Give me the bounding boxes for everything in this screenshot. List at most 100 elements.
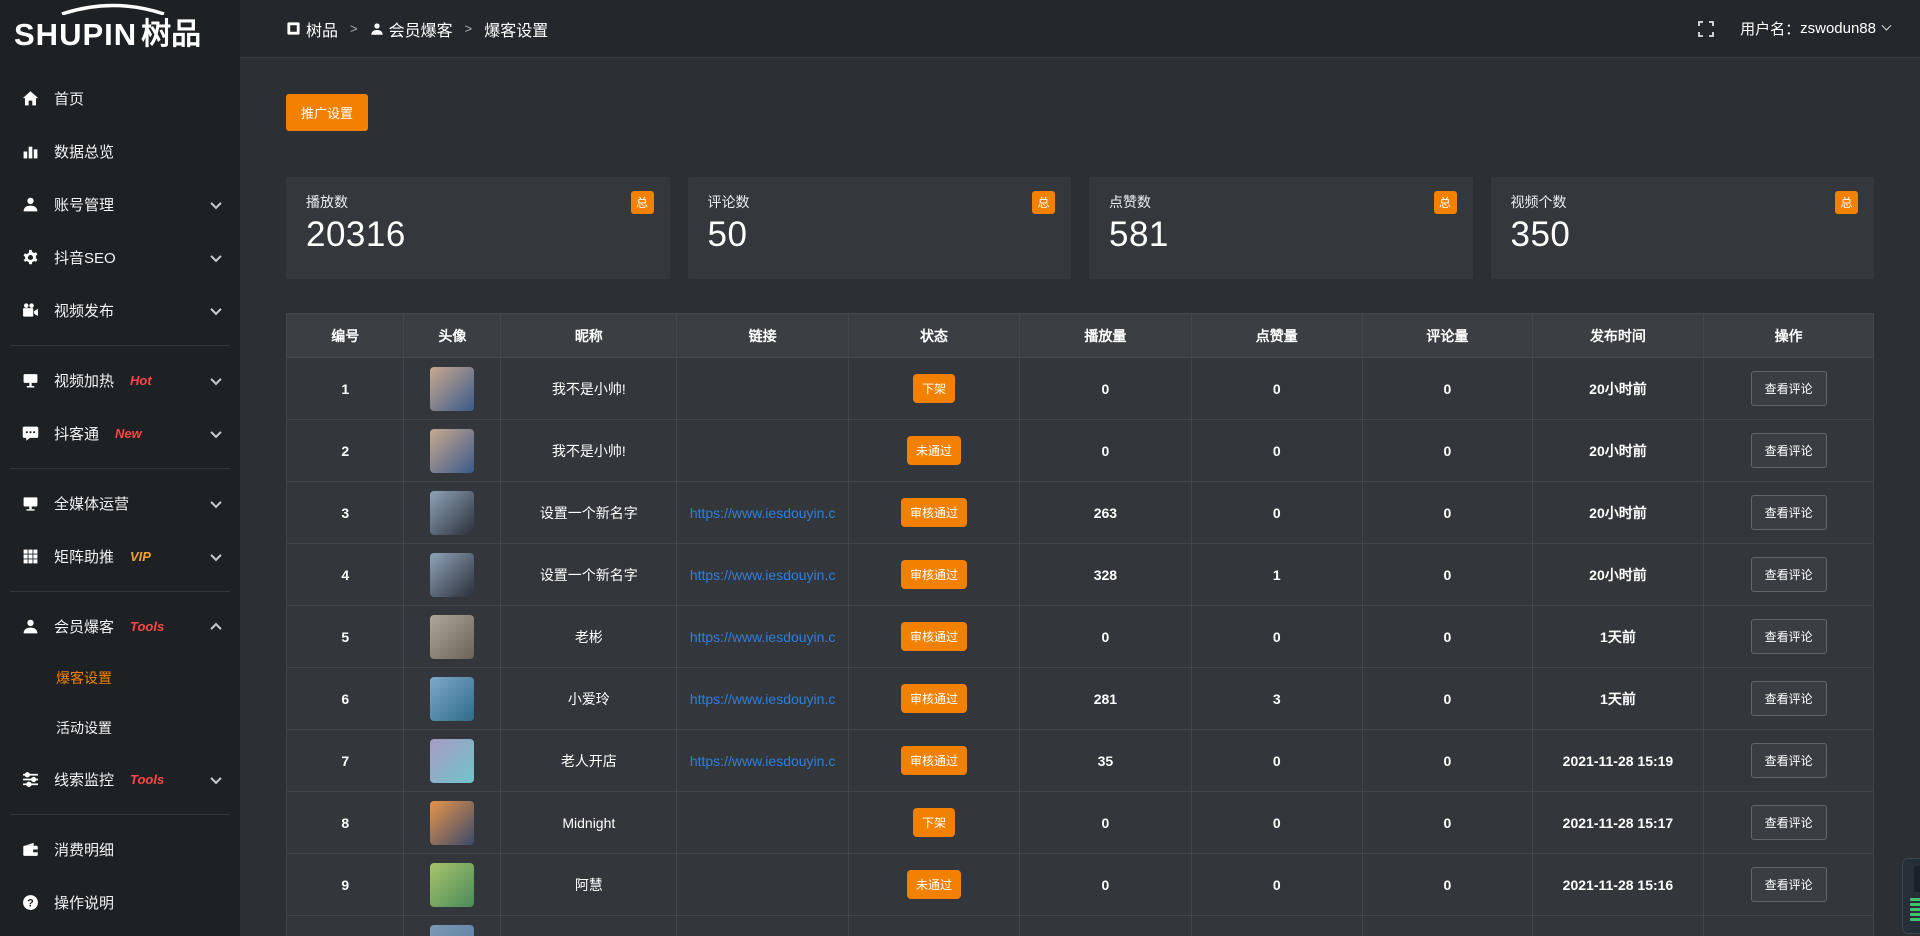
view-comments-button[interactable]: 查看评论 [1751, 371, 1827, 406]
cell-avatar [404, 854, 501, 916]
cell-plays: 281 [1020, 668, 1191, 730]
cell-plays: 263 [1020, 482, 1191, 544]
cell-avatar [404, 916, 501, 936]
chevron-down-icon [210, 303, 221, 314]
sidebar-item-badge: VIP [130, 549, 151, 564]
sidebar-item-label: 矩阵助推 [54, 546, 114, 567]
chevron-down-icon [210, 197, 221, 208]
username: zswodun88 [1800, 20, 1876, 37]
view-comments-button[interactable]: 查看评论 [1751, 743, 1827, 778]
sidebar-item-operation-guide[interactable]: ?操作说明 [0, 876, 240, 929]
view-comments-button[interactable]: 查看评论 [1751, 867, 1827, 902]
video-link[interactable]: https://www.iesdouyin.c [690, 691, 836, 707]
cell-action: 查看评论 [1704, 792, 1874, 854]
status-badge: 未通过 [907, 436, 961, 465]
cell-publish-time: 20小时前 [1532, 482, 1703, 544]
cell-comments: 0 [1362, 854, 1532, 916]
table-header-cell: 评论量 [1362, 314, 1532, 358]
cell-nickname: 老彬 [501, 606, 677, 668]
view-comments-button[interactable]: 查看评论 [1751, 495, 1827, 530]
view-comments-button[interactable]: 查看评论 [1751, 619, 1827, 654]
table-row: 7老人开店https://www.iesdouyin.c审核通过35002021… [287, 730, 1874, 792]
sidebar-subitem-baoke-setting[interactable]: 爆客设置 [0, 653, 240, 703]
cell-action: 查看评论 [1704, 668, 1874, 730]
sidebar-item-douketong[interactable]: 抖客通 New [0, 407, 240, 460]
stat-card-value: 50 [708, 215, 1052, 255]
video-link[interactable]: https://www.iesdouyin.c [690, 629, 836, 645]
cell-link [677, 358, 848, 420]
cell-nickname: 我不是小帅! [501, 358, 677, 420]
cell-link [677, 420, 848, 482]
cell-number: 2 [287, 420, 404, 482]
table-header-cell: 状态 [848, 314, 1019, 358]
user-menu[interactable]: 用户名： zswodun88 [1740, 18, 1890, 39]
cell-avatar [404, 420, 501, 482]
fullscreen-icon[interactable] [1698, 21, 1714, 37]
chevron-down-icon [210, 772, 221, 783]
home-icon [22, 90, 39, 107]
chevron-down-icon [210, 426, 221, 437]
view-comments-button[interactable]: 查看评论 [1751, 681, 1827, 716]
sidebar-item-data-overview[interactable]: 数据总览 [0, 125, 240, 178]
page-content: 推广设置 播放数20316总评论数50总点赞数581总视频个数350总 编号头像… [240, 58, 1920, 936]
video-link[interactable]: https://www.iesdouyin.c [690, 567, 836, 583]
sidebar-item-home[interactable]: 首页 [0, 72, 240, 125]
breadcrumb-item-shupin[interactable]: 树品 [286, 17, 338, 41]
cell-plays: 0 [1020, 420, 1191, 482]
status-badge: 审核通过 [901, 498, 967, 527]
cell-action: 查看评论 [1704, 730, 1874, 792]
sidebar-item-clue-monitor[interactable]: 线索监控Tools [0, 753, 240, 806]
cell-avatar [404, 792, 501, 854]
cell-publish-time: 1天前 [1532, 606, 1703, 668]
cell-publish-time: 2021-11-28 15:17 [1532, 792, 1703, 854]
sidebar-item-video-heat[interactable]: 视频加热Hot [0, 354, 240, 407]
cell-comments: 0 [1362, 544, 1532, 606]
avatar [430, 615, 474, 659]
chevron-up-icon [210, 622, 221, 633]
avatar [430, 553, 474, 597]
stat-card-label: 点赞数 [1109, 192, 1453, 212]
sidebar-item-badge: New [115, 426, 142, 441]
breadcrumb-item-member[interactable]: 会员爆客 [370, 17, 453, 41]
cell-action: 查看评论 [1704, 544, 1874, 606]
service-widget[interactable] [1902, 858, 1920, 934]
sidebar-item-media-operation[interactable]: 全媒体运营 [0, 477, 240, 530]
stat-card: 播放数20316总 [286, 177, 670, 279]
sidebar-item-matrix-boost[interactable]: 矩阵助推 VIP [0, 530, 240, 583]
sidebar-item-label: 抖客通 [54, 423, 99, 444]
breadcrumb-separator: > [465, 21, 473, 36]
cell-status: 审核通过 [848, 606, 1019, 668]
sidebar-item-douyin-seo[interactable]: 抖音SEO [0, 231, 240, 284]
cell-number: 6 [287, 668, 404, 730]
table-row: 4设置一个新名字https://www.iesdouyin.c审核通过32810… [287, 544, 1874, 606]
sidebar-item-label: 操作说明 [54, 892, 114, 913]
topbar-right: 用户名： zswodun88 [1698, 18, 1890, 39]
view-comments-button[interactable]: 查看评论 [1751, 805, 1827, 840]
table-row: 9阿慧未通过0002021-11-28 15:16查看评论 [287, 854, 1874, 916]
sidebar-divider [10, 814, 230, 815]
cell-status: 未通过 [848, 854, 1019, 916]
stat-card-value: 581 [1109, 215, 1453, 255]
table-header-cell: 发布时间 [1532, 314, 1703, 358]
sidebar-item-video-publish[interactable]: 视频发布 [0, 284, 240, 337]
total-badge: 总 [631, 191, 654, 214]
sidebar-item-account-manage[interactable]: 账号管理 [0, 178, 240, 231]
video-link[interactable]: https://www.iesdouyin.c [690, 753, 836, 769]
view-comments-button[interactable]: 查看评论 [1751, 433, 1827, 468]
table-header-cell: 编号 [287, 314, 404, 358]
cell-publish-time: 20小时前 [1532, 544, 1703, 606]
video-link[interactable]: https://www.iesdouyin.c [690, 505, 836, 521]
user-icon [22, 196, 39, 213]
cell-nickname: 设置一个新名字 [501, 482, 677, 544]
sidebar-item-expense-detail[interactable]: 消费明细 [0, 823, 240, 876]
cell-publish-time: 20小时前 [1532, 420, 1703, 482]
view-comments-button[interactable]: 查看评论 [1751, 557, 1827, 592]
table-row: 8Midnight下架0002021-11-28 15:17查看评论 [287, 792, 1874, 854]
cell-plays: 0 [1020, 854, 1191, 916]
chat-bubble-icon [22, 425, 39, 442]
sidebar-subitem-activity-setting[interactable]: 活动设置 [0, 703, 240, 753]
promo-settings-button[interactable]: 推广设置 [286, 94, 368, 131]
chevron-down-icon [1882, 21, 1892, 31]
table-row: 1我不是小帅!下架00020小时前查看评论 [287, 358, 1874, 420]
sidebar-item-member-baoke[interactable]: 会员爆客Tools [0, 600, 240, 653]
